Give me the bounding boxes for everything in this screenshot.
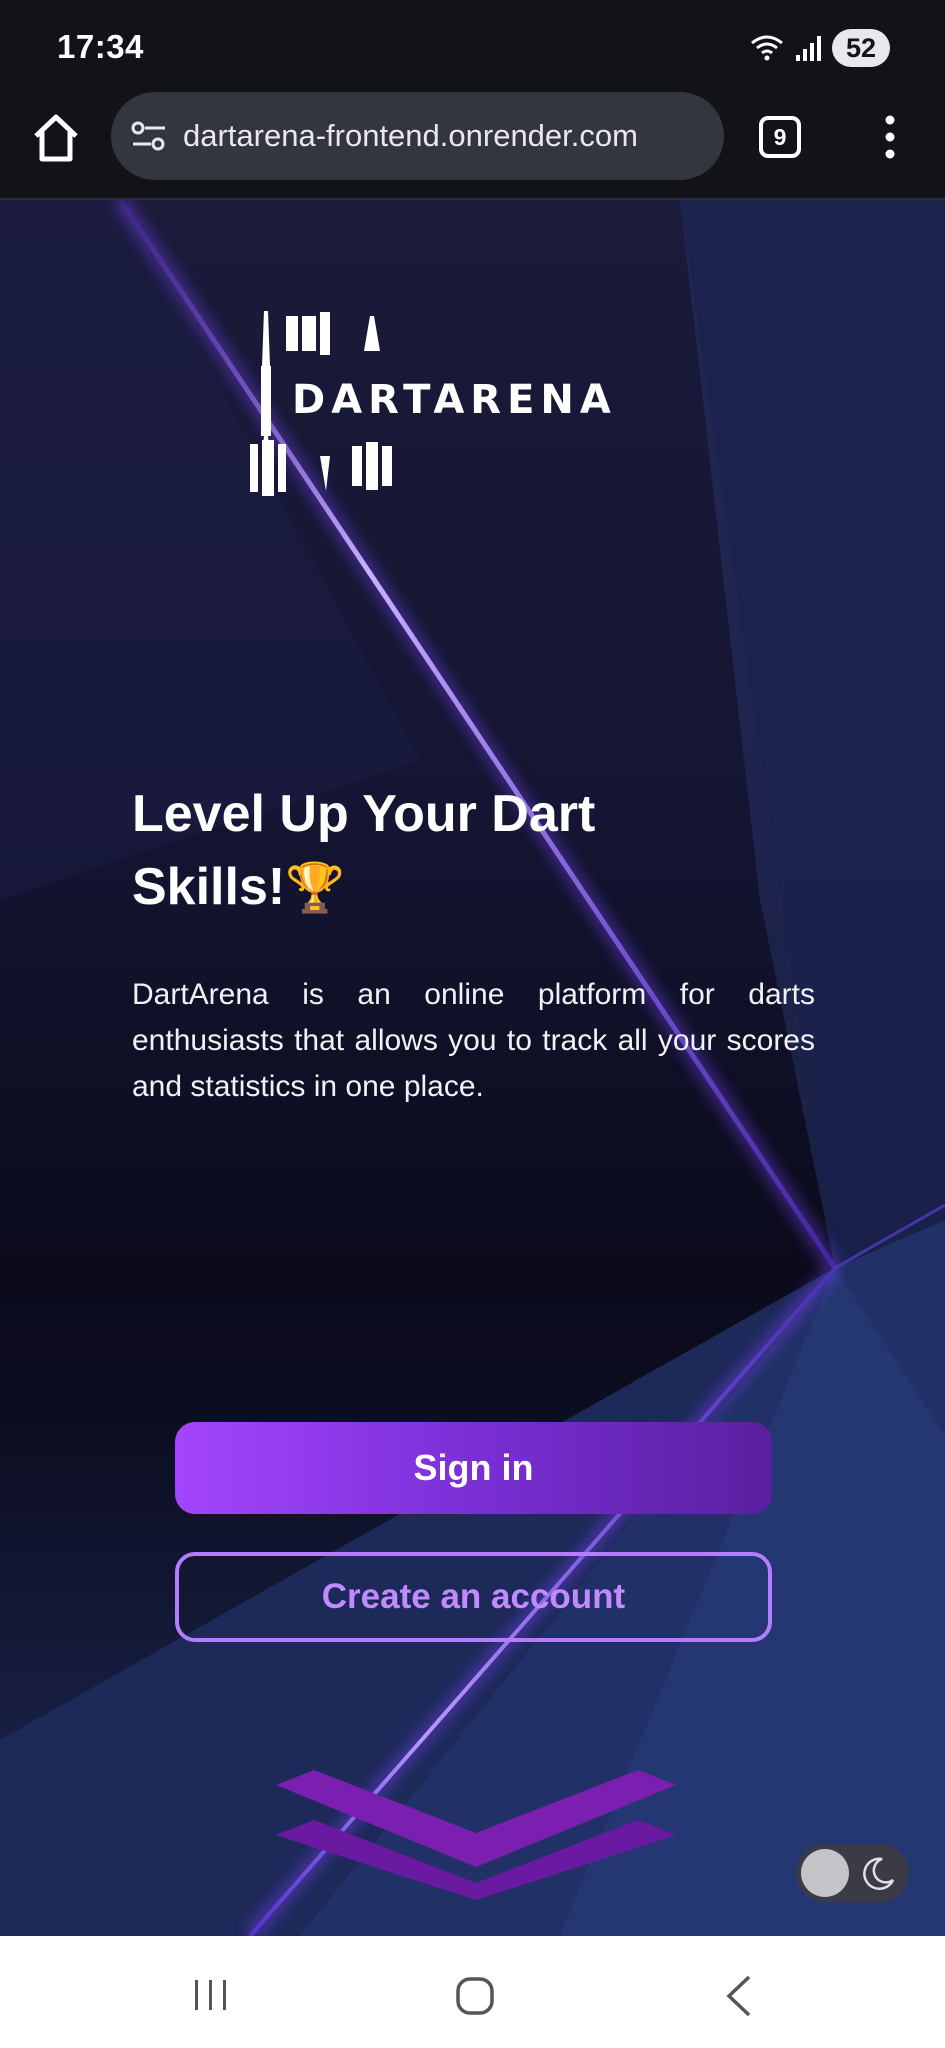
signal-icon bbox=[796, 36, 821, 61]
system-nav-bar bbox=[0, 1936, 945, 2048]
back-icon[interactable] bbox=[724, 1974, 754, 2018]
intro-description: DartArena is an online platform for dart… bbox=[132, 978, 815, 1103]
toggle-knob bbox=[801, 1849, 849, 1897]
theme-toggle[interactable] bbox=[796, 1844, 909, 1902]
logo-text: DARTARENA bbox=[292, 377, 617, 423]
dartarena-logo: DARTARENA bbox=[250, 311, 617, 496]
status-time: 17:34 bbox=[57, 28, 144, 65]
more-vert-icon[interactable] bbox=[873, 112, 907, 162]
home-icon[interactable] bbox=[31, 110, 81, 166]
home-nav-icon[interactable] bbox=[455, 1976, 495, 2016]
status-bar: 17:34 52 bbox=[0, 0, 945, 92]
tune-icon[interactable] bbox=[129, 118, 169, 154]
recent-apps-icon[interactable] bbox=[192, 1978, 230, 2012]
headline-line2: Skills! bbox=[132, 858, 286, 916]
trophy-icon: 🏆 bbox=[285, 860, 345, 916]
wifi-icon bbox=[751, 35, 783, 61]
moon-icon bbox=[863, 1857, 895, 1890]
browser-toolbar: dartarena-frontend.onrender.com 9 bbox=[0, 92, 945, 200]
sign-in-button[interactable]: Sign in bbox=[175, 1422, 772, 1514]
headline-line1: Level Up Your Dart bbox=[132, 785, 596, 843]
tabs-icon[interactable]: 9 bbox=[759, 116, 801, 158]
scroll-down-icon[interactable] bbox=[276, 1755, 676, 1900]
hero-section: DARTARENA Level Up Your Dart Skills!🏆 Da… bbox=[0, 200, 945, 1936]
address-bar[interactable]: dartarena-frontend.onrender.com bbox=[111, 92, 724, 180]
url-text: dartarena-frontend.onrender.com bbox=[183, 118, 638, 153]
battery-icon: 52 bbox=[832, 29, 890, 67]
page-title: Level Up Your Dart Skills!🏆 bbox=[132, 778, 672, 925]
create-account-button[interactable]: Create an account bbox=[175, 1552, 772, 1642]
status-icons: 52 bbox=[750, 28, 890, 68]
